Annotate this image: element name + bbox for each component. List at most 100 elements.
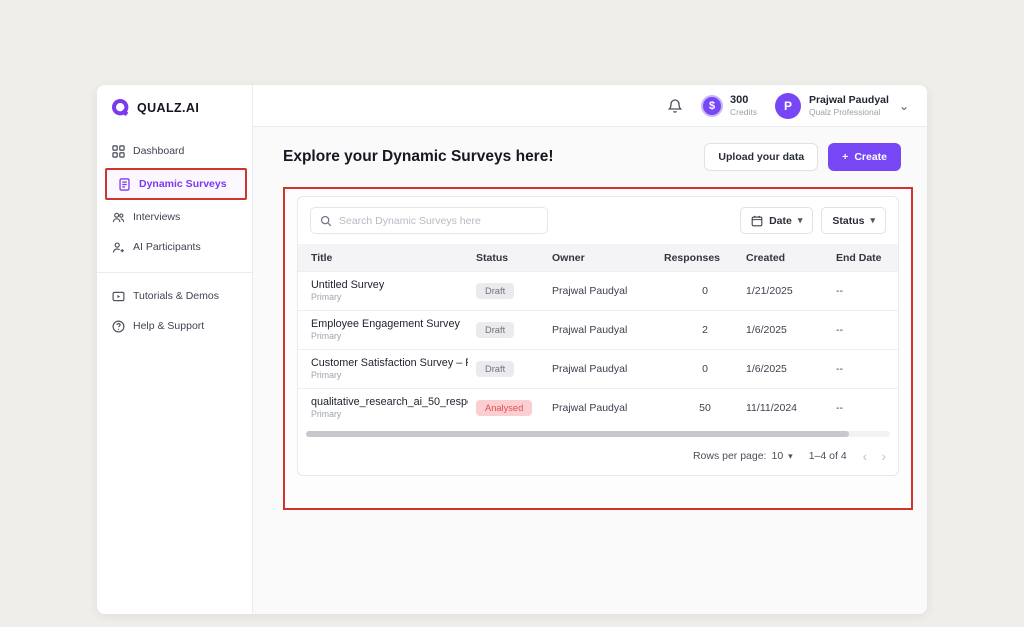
status-filter-label: Status: [832, 215, 864, 227]
avatar: P: [775, 93, 801, 119]
survey-document-icon: [117, 177, 131, 191]
main-content: Explore your Dynamic Surveys here! Uploa…: [253, 127, 927, 614]
responses-cell: 0: [664, 285, 746, 297]
brand-logo: QUALZ.AI: [97, 85, 252, 132]
table-row[interactable]: Employee Engagement Survey Primary Draft…: [298, 310, 898, 349]
search-input[interactable]: [339, 215, 538, 227]
status-badge: Draft: [476, 361, 514, 377]
header-actions: Upload your data + Create: [704, 143, 901, 171]
credits-badge[interactable]: $ 300 Credits: [701, 94, 757, 117]
column-header-created: Created: [746, 252, 836, 264]
table-row[interactable]: Customer Satisfaction Survey – Produc Pr…: [298, 349, 898, 388]
caret-down-icon: ▾: [788, 451, 793, 462]
created-cell: 1/21/2025: [746, 285, 836, 297]
survey-subtitle: Primary: [311, 292, 468, 304]
created-cell: 1/6/2025: [746, 324, 836, 336]
responses-cell: 50: [664, 402, 746, 414]
sidebar-item-ai-participants[interactable]: AI Participants: [97, 232, 252, 262]
create-button[interactable]: + Create: [828, 143, 901, 171]
page-title: Explore your Dynamic Surveys here!: [283, 148, 554, 166]
rows-per-page-select[interactable]: Rows per page: 10 ▾: [693, 450, 793, 462]
user-name: Prajwal Paudyal: [809, 94, 889, 107]
status-badge: Draft: [476, 283, 514, 299]
next-page-button[interactable]: ›: [881, 449, 886, 463]
survey-subtitle: Primary: [311, 370, 468, 382]
user-plan: Qualz Professional: [809, 107, 889, 118]
date-filter-button[interactable]: Date ▾: [740, 207, 813, 234]
scrollbar-thumb[interactable]: [306, 431, 849, 437]
survey-title: qualitative_research_ai_50_responses_: [311, 395, 468, 410]
sidebar-item-help-support[interactable]: Help & Support: [97, 311, 252, 341]
sidebar-item-interviews[interactable]: Interviews: [97, 202, 252, 232]
person-plus-icon: [111, 240, 125, 254]
content-column: $ 300 Credits P Prajwal Paudyal Qualz Pr…: [253, 85, 927, 614]
caret-down-icon: ▾: [870, 215, 875, 226]
user-menu[interactable]: P Prajwal Paudyal Qualz Professional ⌄: [775, 93, 909, 119]
annotation-box-sidebar: Dynamic Surveys: [105, 168, 247, 200]
end-date-cell: --: [836, 402, 898, 414]
sidebar-item-label: Tutorials & Demos: [133, 290, 219, 302]
horizontal-scrollbar[interactable]: [306, 431, 890, 437]
help-question-icon: [111, 319, 125, 333]
sidebar-divider: [97, 272, 252, 273]
column-header-status: Status: [476, 252, 552, 264]
video-tutorial-icon: [111, 289, 125, 303]
notifications-bell-icon[interactable]: [667, 98, 683, 114]
owner-cell: Prajwal Paudyal: [552, 363, 664, 375]
caret-down-icon: ▾: [798, 215, 803, 226]
sidebar: QUALZ.AI Dashboard: [97, 85, 253, 614]
status-badge: Analysed: [476, 400, 532, 416]
annotation-box-table: Date ▾ Status ▾ Title: [283, 187, 913, 510]
column-header-owner: Owner: [552, 252, 664, 264]
table-scroll-area[interactable]: Title Status Owner Responses Created End…: [298, 244, 898, 427]
search-icon: [320, 215, 332, 227]
survey-subtitle: Primary: [311, 409, 468, 421]
table-row[interactable]: Untitled Survey Primary Draft Prajwal Pa…: [298, 271, 898, 310]
sidebar-item-dashboard[interactable]: Dashboard: [97, 136, 252, 166]
owner-cell: Prajwal Paudyal: [552, 402, 664, 414]
rows-per-page-label: Rows per page:: [693, 450, 767, 462]
page-header: Explore your Dynamic Surveys here! Uploa…: [283, 143, 913, 171]
surveys-table-card: Date ▾ Status ▾ Title: [297, 196, 899, 476]
responses-cell: 2: [664, 324, 746, 336]
table-row[interactable]: qualitative_research_ai_50_responses_ Pr…: [298, 388, 898, 427]
end-date-cell: --: [836, 324, 898, 336]
created-cell: 1/6/2025: [746, 363, 836, 375]
sidebar-item-label: Dynamic Surveys: [139, 178, 227, 190]
owner-cell: Prajwal Paudyal: [552, 285, 664, 297]
column-header-title: Title: [298, 252, 476, 264]
plus-icon: +: [842, 151, 848, 163]
credits-value: 300: [730, 94, 757, 107]
brand-name: QUALZ.AI: [137, 101, 199, 115]
rows-per-page-value: 10: [771, 450, 783, 462]
survey-title: Untitled Survey: [311, 278, 468, 293]
credits-coin-icon: $: [701, 95, 723, 117]
calendar-icon: [751, 215, 763, 227]
credits-label: Credits: [730, 107, 757, 117]
dashboard-grid-icon: [111, 144, 125, 158]
survey-subtitle: Primary: [311, 331, 468, 343]
search-box[interactable]: [310, 207, 548, 234]
date-filter-label: Date: [769, 215, 792, 227]
sidebar-item-dynamic-surveys[interactable]: Dynamic Surveys: [107, 170, 245, 198]
owner-cell: Prajwal Paudyal: [552, 324, 664, 336]
sidebar-item-label: Help & Support: [133, 320, 204, 332]
table-filters: Date ▾ Status ▾: [740, 207, 886, 234]
previous-page-button[interactable]: ‹: [863, 449, 868, 463]
status-filter-button[interactable]: Status ▾: [821, 207, 886, 234]
sidebar-item-label: Interviews: [133, 211, 180, 223]
sidebar-item-tutorials-demos[interactable]: Tutorials & Demos: [97, 281, 252, 311]
chevron-down-icon: ⌄: [899, 99, 909, 113]
end-date-cell: --: [836, 363, 898, 375]
people-icon: [111, 210, 125, 224]
upload-data-button[interactable]: Upload your data: [704, 143, 818, 171]
table-toolbar: Date ▾ Status ▾: [298, 197, 898, 244]
qualz-logo-icon: [111, 98, 131, 118]
created-cell: 11/11/2024: [746, 402, 836, 414]
responses-cell: 0: [664, 363, 746, 375]
sidebar-item-label: AI Participants: [133, 241, 201, 253]
sidebar-nav: Dashboard Dynamic Surveys: [97, 132, 252, 341]
app-window: QUALZ.AI Dashboard: [97, 85, 927, 614]
column-header-responses: Responses: [664, 252, 746, 264]
pagination-range: 1–4 of 4: [809, 450, 847, 462]
